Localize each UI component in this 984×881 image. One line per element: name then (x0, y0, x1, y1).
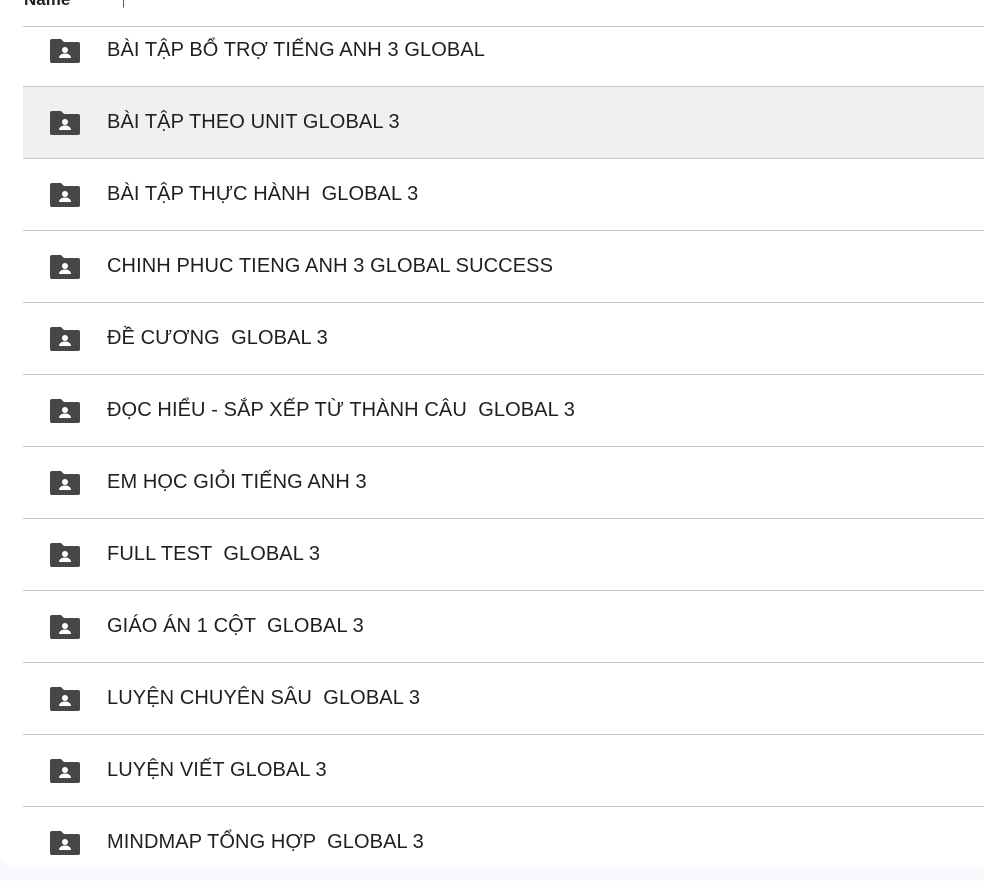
folder-name: GIÁO ÁN 1 CỘT GLOBAL 3 (107, 615, 364, 637)
shared-folder-icon (50, 471, 80, 495)
folder-name: ĐỀ CƯƠNG GLOBAL 3 (107, 327, 328, 349)
folder-name: CHINH PHUC TIENG ANH 3 GLOBAL SUCCESS (107, 255, 554, 277)
folder-name: BÀI TẬP BỔ TRỢ TIẾNG ANH 3 GLOBAL (107, 39, 485, 61)
folder-row[interactable]: LUYỆN VIẾT GLOBAL 3 (23, 735, 984, 807)
column-header: Name ↑ (23, 0, 984, 27)
folder-row[interactable]: ĐỌC HIỂU - SẮP XẾP TỪ THÀNH CÂU GLOBAL 3 (23, 375, 984, 447)
arrow-up-icon[interactable]: ↑ (119, 0, 128, 12)
folder-row[interactable]: BÀI TẬP THEO UNIT GLOBAL 3 (23, 87, 984, 159)
folder-row[interactable]: FULL TEST GLOBAL 3 (23, 519, 984, 591)
folder-name: BÀI TẬP THỰC HÀNH GLOBAL 3 (107, 183, 419, 205)
shared-folder-icon (50, 759, 80, 783)
folder-name: MINDMAP TỔNG HỢP GLOBAL 3 (107, 831, 424, 853)
folder-name: BÀI TẬP THEO UNIT GLOBAL 3 (107, 111, 400, 133)
folder-row[interactable]: EM HỌC GIỎI TIẾNG ANH 3 (23, 447, 984, 519)
shared-folder-icon (50, 831, 80, 855)
folder-name: FULL TEST GLOBAL 3 (107, 543, 321, 565)
folder-name: LUYỆN CHUYÊN SÂU GLOBAL 3 (107, 687, 421, 709)
folder-row[interactable]: GIÁO ÁN 1 CỘT GLOBAL 3 (23, 591, 984, 663)
folder-name: EM HỌC GIỎI TIẾNG ANH 3 (107, 471, 367, 493)
folder-row[interactable]: CHINH PHUC TIENG ANH 3 GLOBAL SUCCESS (23, 231, 984, 303)
folder-row[interactable]: LUYỆN CHUYÊN SÂU GLOBAL 3 (23, 663, 984, 735)
file-list-panel: Name ↑ BÀI TẬP BỔ TRỢ TIẾNG ANH 3 GLOBAL… (0, 0, 984, 867)
folder-list: BÀI TẬP BỔ TRỢ TIẾNG ANH 3 GLOBAL BÀI TẬP… (23, 15, 984, 867)
shared-folder-icon (50, 255, 80, 279)
shared-folder-icon (50, 543, 80, 567)
name-column-header[interactable]: Name (24, 0, 70, 10)
shared-folder-icon (50, 615, 80, 639)
shared-folder-icon (50, 327, 80, 351)
shared-folder-icon (50, 39, 80, 63)
folder-name: ĐỌC HIỂU - SẮP XẾP TỪ THÀNH CÂU GLOBAL 3 (107, 399, 575, 421)
shared-folder-icon (50, 399, 80, 423)
shared-folder-icon (50, 687, 80, 711)
folder-row[interactable]: BÀI TẬP THỰC HÀNH GLOBAL 3 (23, 159, 984, 231)
shared-folder-icon (50, 183, 80, 207)
folder-name: LUYỆN VIẾT GLOBAL 3 (107, 759, 327, 781)
shared-folder-icon (50, 111, 80, 135)
folder-row[interactable]: MINDMAP TỔNG HỢP GLOBAL 3 (23, 807, 984, 867)
folder-row[interactable]: ĐỀ CƯƠNG GLOBAL 3 (23, 303, 984, 375)
